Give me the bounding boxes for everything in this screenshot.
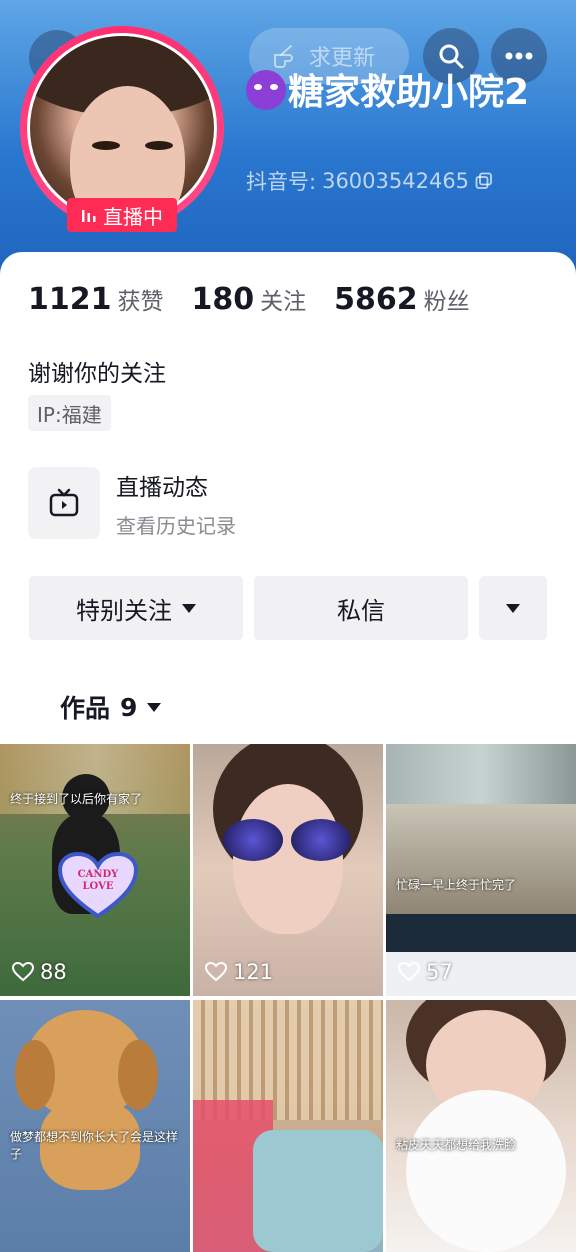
- heart-outline-icon: [205, 962, 227, 982]
- caret-down-icon: [506, 603, 520, 613]
- live-bars-icon: [82, 210, 96, 222]
- like-count: 121: [205, 960, 273, 984]
- profile-stats: 1121 获赞 180 关注 5862 粉丝: [28, 282, 470, 317]
- heart-outline-icon: [12, 962, 34, 982]
- video-caption: 粘皮天天都想给我洗脸: [396, 1138, 517, 1152]
- message-button[interactable]: 私信: [254, 576, 468, 640]
- video-caption: 做梦都想不到你长大了会是这样子: [10, 1130, 179, 1161]
- angry-devil-emoji-icon: [246, 70, 286, 110]
- live-badge-label: 直播中: [103, 204, 163, 229]
- ip-location-tag: IP:福建: [28, 395, 111, 431]
- pointing-hand-icon: [274, 45, 293, 68]
- search-icon: [439, 44, 464, 69]
- stat-followers[interactable]: 5862 粉丝: [334, 282, 470, 317]
- heart-outline-icon: [398, 962, 420, 982]
- stat-likes[interactable]: 1121 获赞: [28, 282, 164, 317]
- douyin-id-value: 36003542465: [322, 169, 470, 193]
- tab-works[interactable]: 作品 9: [60, 689, 162, 725]
- video-caption: 忙碌一早上终于忙完了: [396, 878, 517, 892]
- request-update-label: 求更新: [309, 46, 376, 71]
- douyin-id-row[interactable]: 抖音号: 36003542465: [246, 166, 493, 196]
- video-tile[interactable]: 做梦都想不到你长大了会是这样子: [0, 1000, 190, 1252]
- live-feed-title: 直播动态: [116, 474, 208, 501]
- douyin-id-label: 抖音号:: [246, 170, 317, 194]
- live-feed-subtitle: 查看历史记录: [116, 513, 236, 538]
- caret-down-icon: [147, 702, 162, 712]
- video-tile[interactable]: [193, 1000, 383, 1252]
- message-label: 私信: [337, 596, 385, 625]
- live-feed-entry[interactable]: 直播动态 查看历史记录: [28, 467, 236, 539]
- special-follow-button[interactable]: 特别关注: [29, 576, 243, 640]
- like-count: 57: [398, 960, 453, 984]
- like-count: 88: [12, 960, 67, 984]
- stat-following[interactable]: 180 关注: [192, 282, 307, 317]
- video-grid: 终于接到了以后你有家了 CANDY LOVE 88 121 忙碌一早上终于忙完了…: [0, 744, 576, 1252]
- caret-down-icon: [182, 603, 196, 613]
- video-tile[interactable]: 忙碌一早上终于忙完了 57: [386, 744, 576, 996]
- sticker-text: CANDY LOVE: [77, 869, 119, 892]
- tv-icon: [49, 488, 79, 517]
- live-badge[interactable]: 直播中: [67, 198, 177, 232]
- bio-text: 谢谢你的关注: [28, 361, 166, 387]
- candy-love-sticker: CANDY LOVE: [57, 851, 139, 920]
- more-actions-dropdown[interactable]: [479, 576, 547, 640]
- video-tile[interactable]: 终于接到了以后你有家了 CANDY LOVE 88: [0, 744, 190, 996]
- video-tile[interactable]: 121: [193, 744, 383, 996]
- avatar[interactable]: [27, 33, 217, 223]
- profile-name: 糖家救助小院2: [246, 70, 546, 116]
- special-follow-label: 特别关注: [76, 596, 172, 625]
- works-tab-count: 9: [120, 692, 138, 722]
- copy-icon[interactable]: [475, 172, 493, 190]
- video-caption: 终于接到了以后你有家了: [10, 792, 143, 806]
- video-tile[interactable]: 粘皮天天都想给我洗脸: [386, 1000, 576, 1252]
- more-dots-icon: [505, 52, 533, 60]
- profile-header: 直播中 求更新 糖家救助小院2 抖音号: 36003542465: [0, 0, 576, 280]
- tv-icon-box: [28, 467, 100, 539]
- works-tab-label: 作品: [60, 694, 111, 723]
